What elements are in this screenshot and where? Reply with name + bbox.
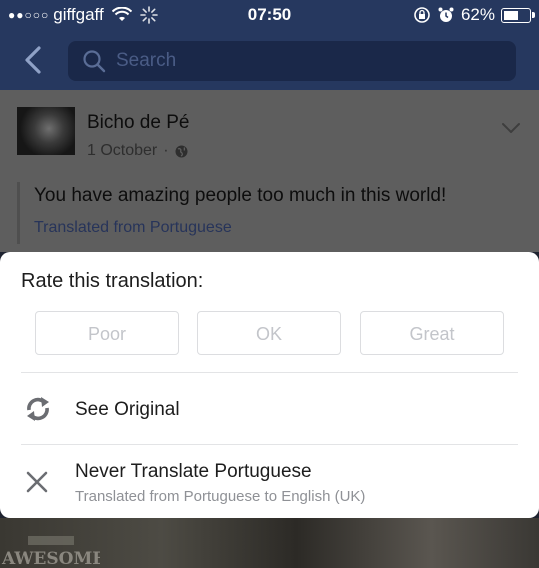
battery-fill	[504, 10, 518, 20]
refresh-icon	[27, 397, 49, 421]
awesome-logo-art: AWESOME	[1, 536, 100, 568]
quote-bar	[17, 182, 20, 244]
search-input[interactable]	[116, 41, 496, 81]
battery-percent: 62%	[460, 5, 495, 24]
back-arrow-icon[interactable]	[20, 44, 46, 76]
translation-options-sheet: Rate this translation: Poor OK Great See…	[0, 252, 539, 518]
status-bar: ●●○○○ giffgaff 07:50 62%	[0, 0, 539, 32]
search-icon	[83, 50, 106, 73]
svg-text:AWESOME: AWESOME	[1, 549, 100, 568]
status-right: 62%	[413, 5, 535, 25]
never-translate-subtitle: Translated from Portuguese to English (U…	[75, 488, 366, 505]
post-card: Bicho de Pé 1 October · You have amazing…	[0, 90, 539, 252]
translated-from-link[interactable]: Translated from Portuguese	[34, 219, 232, 237]
post-date[interactable]: 1 October	[87, 142, 157, 160]
rate-great-button[interactable]: Great	[360, 311, 504, 355]
battery-icon	[501, 7, 535, 23]
search-box[interactable]	[68, 41, 516, 81]
author-avatar[interactable]	[17, 107, 75, 155]
see-original-label: See Original	[75, 399, 180, 420]
never-translate-label: Never Translate Portuguese	[75, 461, 312, 482]
close-icon	[26, 471, 48, 493]
sheet-title: Rate this translation:	[21, 270, 204, 292]
meta-separator: ·	[163, 142, 169, 159]
nav-bar	[0, 32, 539, 90]
post-text: You have amazing people too much in this…	[34, 185, 447, 206]
chevron-down-icon[interactable]	[501, 122, 521, 134]
orientation-lock-icon	[414, 7, 430, 23]
post-author[interactable]: Bicho de Pé	[87, 112, 189, 134]
globe-icon	[175, 145, 188, 157]
alarm-icon	[438, 7, 454, 22]
never-translate-row[interactable]: Never Translate Portuguese Translated fr…	[0, 445, 539, 518]
background-post-image: AWESOME	[0, 518, 539, 568]
post-meta: 1 October ·	[87, 142, 188, 160]
see-original-row[interactable]: See Original	[0, 373, 539, 445]
rate-poor-button[interactable]: Poor	[35, 311, 179, 355]
rate-ok-button[interactable]: OK	[197, 311, 341, 355]
